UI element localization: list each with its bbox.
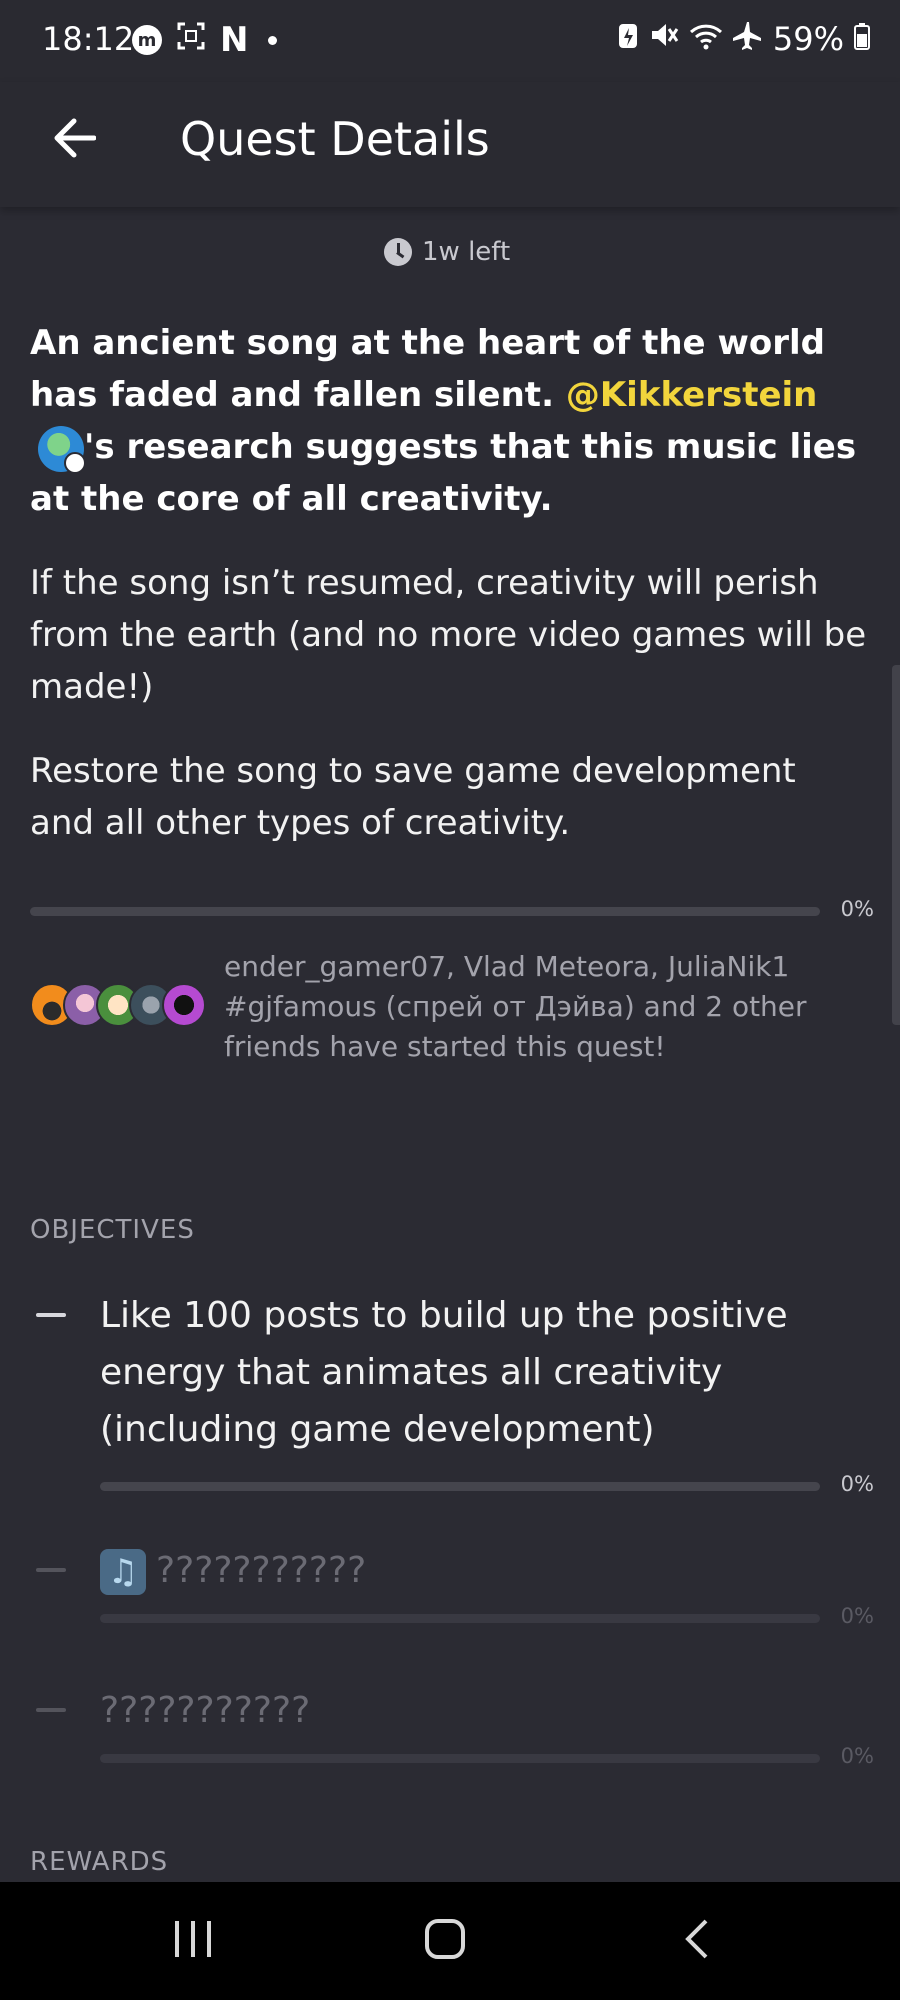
messenger-icon: m xyxy=(132,25,162,55)
objective-dash-icon xyxy=(36,1568,66,1572)
friends-started-text: ender_gamer07, Vlad Meteora, JuliaNik1 #… xyxy=(224,950,807,1063)
progress-track xyxy=(100,1754,820,1763)
friend-avatar xyxy=(162,983,206,1027)
airplane-icon xyxy=(732,20,763,58)
friend-avatars[interactable] xyxy=(30,983,210,1027)
status-right-icons: 59% xyxy=(617,20,870,58)
page-title: Quest Details xyxy=(180,112,490,166)
objective-progress: 0% xyxy=(100,1604,874,1634)
home-icon xyxy=(423,1917,467,1965)
screenshot-icon xyxy=(176,21,206,59)
objective-item: Like 100 posts to build up the positive … xyxy=(30,1287,874,1496)
mention-link[interactable]: @Kikkerstein xyxy=(566,375,818,415)
objective-dash-icon xyxy=(36,1708,66,1712)
progress-track xyxy=(100,1614,820,1623)
progress-track xyxy=(30,907,820,916)
system-nav-bar xyxy=(0,1882,900,2000)
verified-badge-icon xyxy=(64,451,86,474)
quest-paragraph-3: Restore the song to save game developmen… xyxy=(30,751,796,843)
objective-text-locked: ♫??????????? xyxy=(100,1542,820,1599)
dot-icon xyxy=(268,35,278,45)
arrow-left-icon xyxy=(52,118,97,162)
quest-intro: An ancient song at the heart of the worl… xyxy=(30,317,870,525)
objective-progress: 0% xyxy=(100,1744,874,1774)
progress-track xyxy=(100,1482,820,1491)
progress-percent: 0% xyxy=(840,1472,874,1496)
quest-progress: 0% xyxy=(30,897,874,927)
objective-progress: 0% xyxy=(100,1472,874,1502)
system-back-button[interactable] xyxy=(657,1904,737,1978)
objective-item-locked: ♫??????????? 0% xyxy=(30,1542,874,1634)
mute-icon xyxy=(649,20,679,58)
objective-dash-icon xyxy=(36,1313,66,1317)
objectives-heading: OBJECTIVES xyxy=(30,1215,195,1245)
home-button[interactable] xyxy=(405,1904,485,1978)
time-left-badge: 1w left xyxy=(384,237,510,267)
time-left-text: 1w left xyxy=(422,237,511,267)
quest-content[interactable]: 1w left An ancient song at the heart of … xyxy=(0,207,900,1882)
progress-percent: 0% xyxy=(840,897,874,921)
scrollbar[interactable] xyxy=(892,665,900,1025)
wifi-icon xyxy=(689,20,723,58)
progress-percent: 0% xyxy=(840,1744,874,1768)
back-button[interactable] xyxy=(44,110,104,170)
app-bar: Quest Details xyxy=(0,82,900,207)
objective-hidden-text: ??????????? xyxy=(156,1550,367,1591)
battery-percent: 59% xyxy=(772,20,844,58)
objective-item-locked: ??????????? 0% xyxy=(30,1682,874,1774)
battery-saver-icon xyxy=(617,20,639,58)
music-note-icon: ♫ xyxy=(100,1549,146,1595)
objective-text: Like 100 posts to build up the positive … xyxy=(100,1295,788,1450)
clock-icon xyxy=(384,238,412,266)
recent-apps-icon xyxy=(171,1917,215,1965)
recent-apps-button[interactable] xyxy=(153,1904,233,1978)
progress-percent: 0% xyxy=(840,1604,874,1628)
mention-avatar[interactable] xyxy=(38,425,86,474)
status-time: 18:12 xyxy=(42,20,135,58)
netflix-icon: N xyxy=(220,20,249,60)
rewards-heading: REWARDS xyxy=(30,1847,169,1877)
status-left-icons: m N xyxy=(132,20,278,60)
quest-paragraph-2: If the song isn’t resumed, creativity wi… xyxy=(30,563,867,707)
quest-intro-part2: 's research suggests that this music lie… xyxy=(30,427,857,519)
battery-icon xyxy=(854,20,870,58)
status-bar: 18:12 m N 59% xyxy=(0,0,900,82)
objective-hidden-text: ??????????? xyxy=(100,1690,311,1731)
chevron-left-icon xyxy=(682,1917,712,1965)
friends-started[interactable]: ender_gamer07, Vlad Meteora, JuliaNik1 #… xyxy=(30,947,870,1087)
